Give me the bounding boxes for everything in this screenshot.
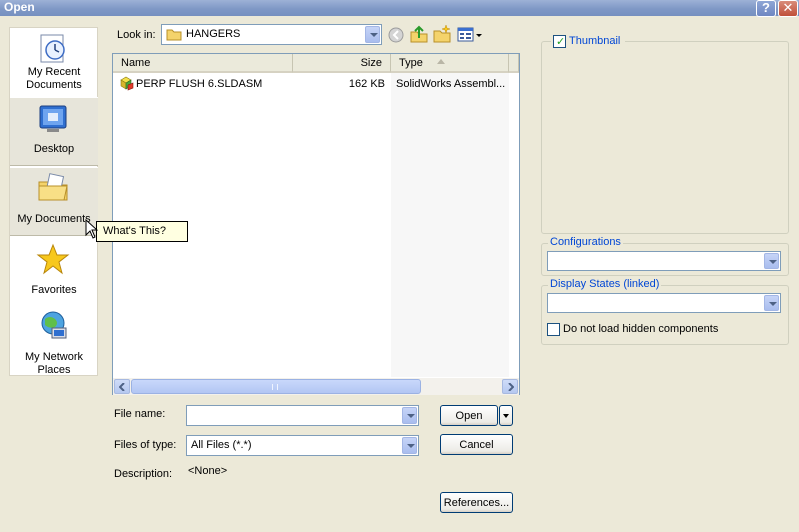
whats-this-tooltip[interactable]: What's This? [96,221,188,242]
hidden-components-label: Do not load hidden components [563,323,719,335]
thumbnail-checkbox[interactable]: ✓ [553,35,566,48]
hidden-components-checkbox[interactable] [547,323,560,336]
display-states-label: Display States (linked) [548,278,662,290]
thumbnail-group [541,41,789,234]
horizontal-scrollbar[interactable] [113,378,519,395]
chevron-left-icon [119,383,125,391]
place-label: Documents [26,79,82,91]
table-row[interactable]: PERP FLUSH 6.SLDASM 162 KB SolidWorks As… [117,76,515,92]
type-column-highlight [391,73,509,377]
thumbnail-label: Thumbnail [569,35,621,47]
configurations-combo[interactable] [547,251,781,271]
place-my-network-places[interactable]: My Network Places [10,307,98,376]
files-of-type-dropdown-button[interactable] [402,437,417,454]
help-button[interactable]: ? [756,0,776,17]
look-in-dropdown-button[interactable] [365,26,380,43]
scroll-grip [272,384,278,390]
back-arrow-icon[interactable] [386,25,406,45]
look-in-combo[interactable]: HANGERS [161,24,382,45]
files-of-type-label: Files of type: [114,439,177,451]
scroll-thumb[interactable] [131,379,421,394]
checkmark-icon: ✓ [556,36,566,48]
look-in-value: HANGERS [186,28,241,40]
my-documents-icon [38,173,68,201]
views-menu-icon[interactable] [457,25,483,45]
files-of-type-combo[interactable]: All Files (*.*) [186,435,419,456]
description-value: <None> [188,465,228,477]
sort-ascending-icon [437,59,445,64]
mouse-cursor-icon [85,219,98,239]
title-bar[interactable] [0,0,799,16]
window-title: Open [4,0,35,14]
file-name-dropdown-button[interactable] [402,407,417,424]
files-of-type-value: All Files (*.*) [191,439,252,451]
place-label: Favorites [31,284,77,296]
description-label: Description: [114,468,173,480]
column-header-type[interactable]: Type [391,54,509,73]
chevron-down-icon [503,414,509,418]
cancel-button[interactable]: Cancel [440,434,513,455]
column-header-type-label: Type [399,57,423,69]
recent-documents-icon [40,34,65,63]
column-header-extra[interactable] [509,54,519,73]
desktop-icon [39,105,67,132]
open-button[interactable]: Open [440,405,498,426]
display-states-dropdown-button[interactable] [764,295,779,311]
place-favorites[interactable]: Favorites [10,237,98,306]
look-in-label: Look in: [117,29,156,41]
favorites-star-icon [36,243,70,275]
close-button[interactable]: ✕ [778,0,798,17]
new-folder-icon[interactable] [432,24,452,44]
solidworks-assembly-icon [120,76,134,91]
scroll-right-button[interactable] [502,379,518,394]
network-places-icon [41,311,67,339]
place-label: Desktop [33,143,75,155]
references-button[interactable]: References... [440,492,513,513]
place-label: My Network [24,351,84,363]
up-folder-icon[interactable] [409,24,429,44]
configurations-dropdown-button[interactable] [764,253,779,269]
column-header-name[interactable]: Name [113,54,293,73]
file-name-cell: PERP FLUSH 6.SLDASM [136,78,263,90]
file-name-combo[interactable] [186,405,419,426]
file-name-label: File name: [114,408,166,420]
folder-icon [166,29,182,41]
scroll-left-button[interactable] [114,379,130,394]
place-label: My Recent [27,66,81,78]
thumbnail-toggle[interactable]: ✓ Thumbnail [551,34,625,48]
chevron-right-icon [508,383,514,391]
file-type-cell: SolidWorks Assembl... [396,78,506,90]
places-bar: My Recent Documents Desktop My Documents… [9,27,98,376]
place-label: Places [37,364,71,376]
place-desktop[interactable]: Desktop [10,97,98,166]
display-states-combo[interactable] [547,293,781,313]
configurations-label: Configurations [548,236,623,248]
file-size-cell: 162 KB [348,78,385,90]
column-header-size[interactable]: Size [293,54,391,73]
open-options-dropdown-button[interactable] [499,405,513,426]
place-my-recent-documents[interactable]: My Recent Documents [10,28,98,97]
